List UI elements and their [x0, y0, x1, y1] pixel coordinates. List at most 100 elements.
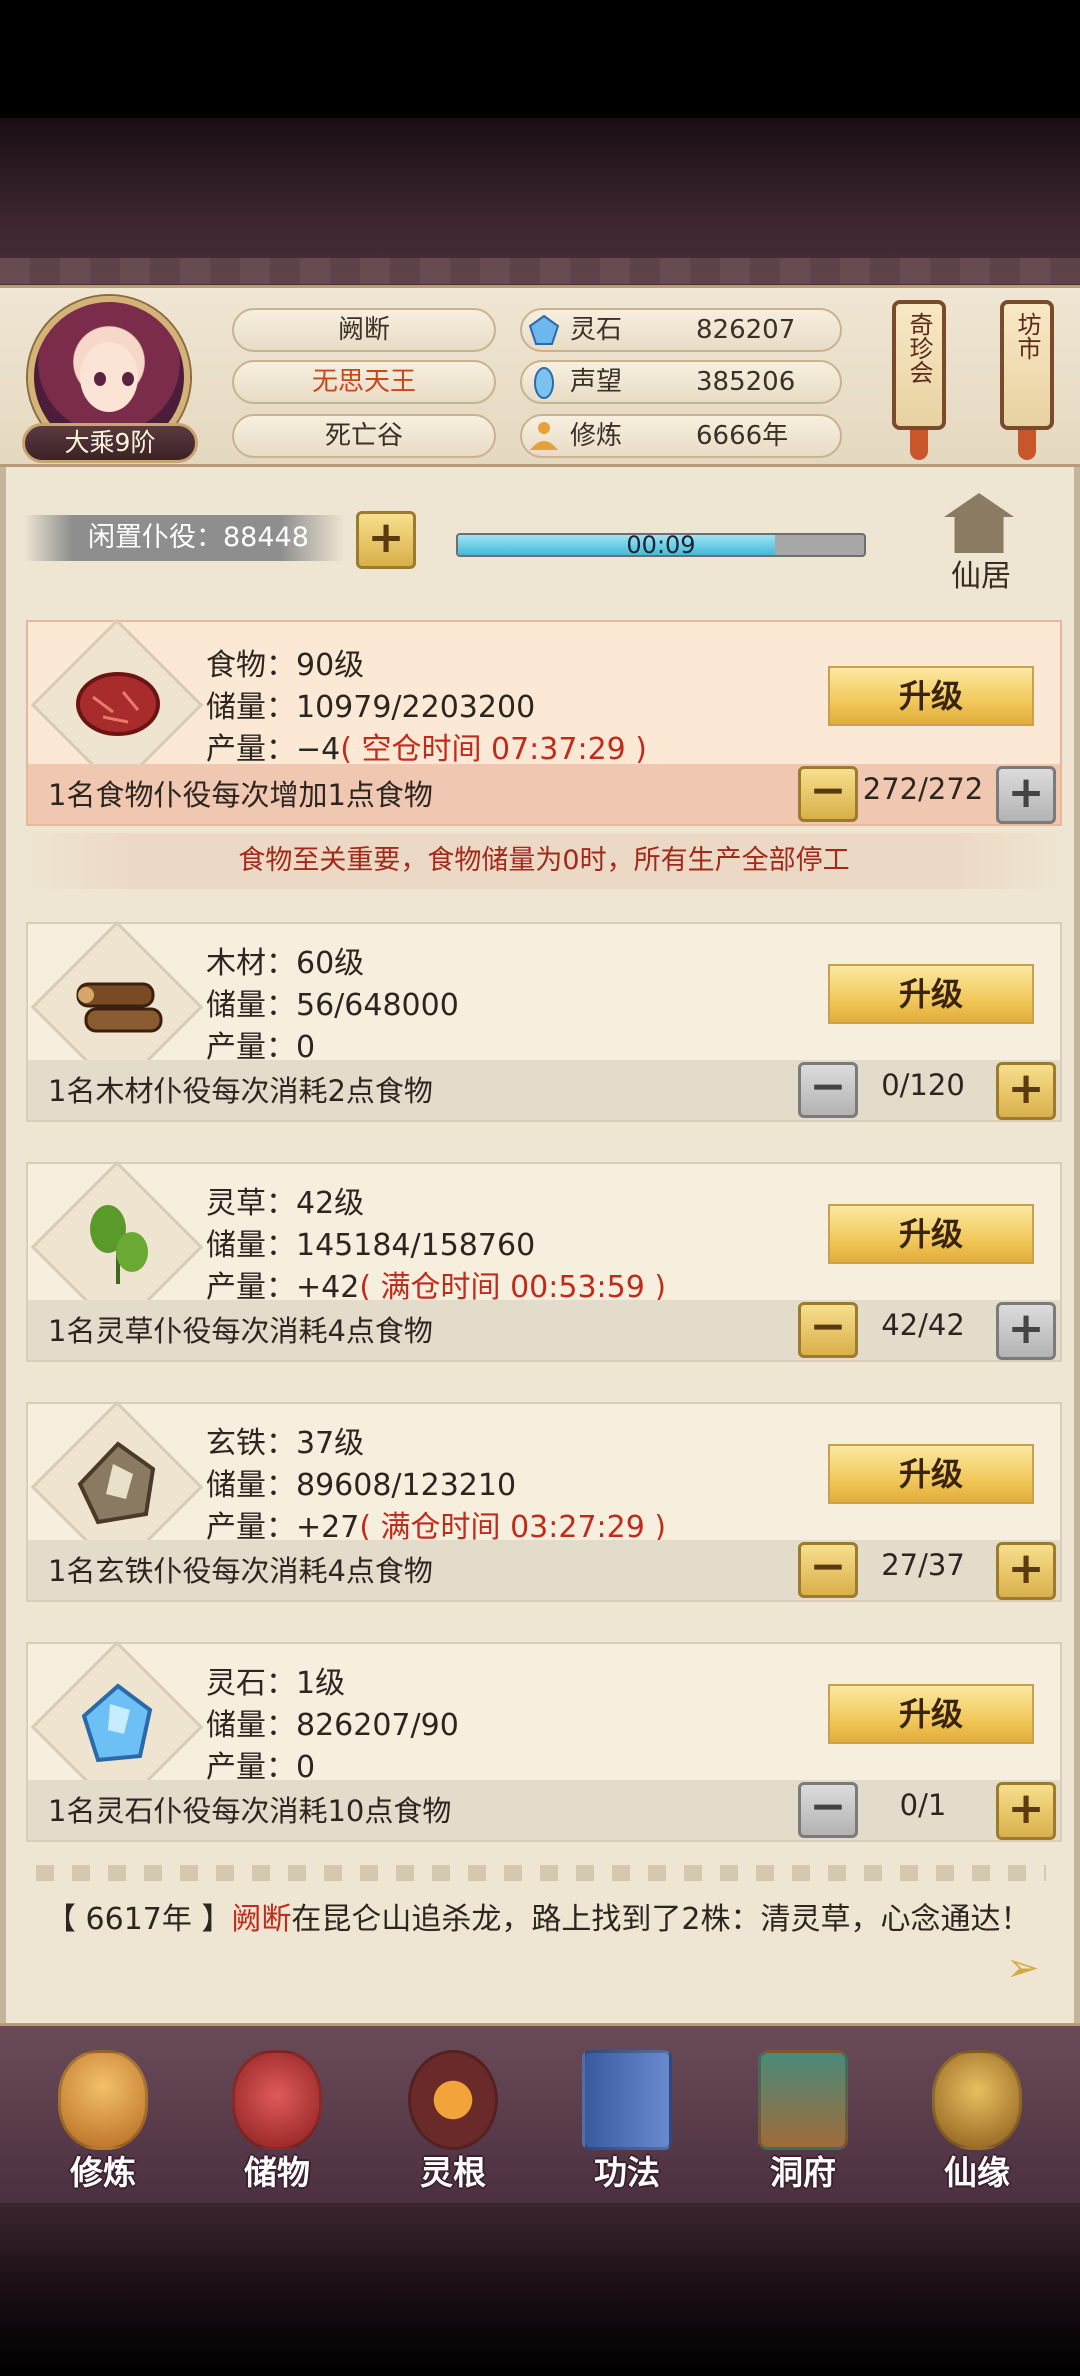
resource-level: 玄铁：37级 — [206, 1426, 365, 1461]
add-servant-button[interactable]: + — [996, 1542, 1056, 1600]
remove-servant-button[interactable]: − — [798, 1302, 858, 1358]
nav-label: 功法 — [594, 2153, 660, 2192]
servant-count: 272/272 — [862, 772, 984, 806]
fortune-icon — [932, 2050, 1022, 2150]
servant-count: 0/120 — [881, 1068, 965, 1102]
tassel-decor — [910, 430, 928, 460]
status-bar-area — [0, 0, 1080, 118]
log-player-name[interactable]: 阙断 — [231, 1902, 291, 1937]
add-servant-button[interactable]: + — [996, 1782, 1056, 1840]
cultivate-icon — [58, 2050, 148, 2150]
remove-servant-button[interactable]: − — [798, 766, 858, 822]
add-servant-button[interactable]: + — [356, 511, 416, 569]
player-title[interactable]: 无思天王 — [232, 360, 496, 404]
log-expand-arrow-icon[interactable]: ➢ — [1006, 1945, 1050, 1991]
technique-book-icon — [582, 2050, 672, 2150]
servant-row: 1名木材仆役每次消耗2点食物 − 0/120 + — [28, 1060, 1060, 1120]
main-panel: 闲置仆役：88448 + 00:09 仙居 食物：90级 储量：10979/22… — [0, 467, 1080, 2023]
top-decor-band — [0, 118, 1080, 286]
cave-dwelling-icon — [758, 2050, 848, 2150]
tassel-decor — [1018, 430, 1036, 460]
storage-bag-icon — [232, 2050, 322, 2150]
resource-label: 灵石 — [570, 315, 623, 345]
nav-cave-dwelling[interactable]: 洞府 — [738, 2044, 868, 2204]
meat-icon — [76, 672, 160, 736]
remove-servant-button[interactable]: − — [798, 1542, 858, 1598]
add-servant-button[interactable]: + — [996, 1062, 1056, 1120]
bottom-nav: 修炼 储物 灵根 功法 洞府 仙缘 — [0, 2023, 1080, 2203]
resource-card-spirit-stone: 灵石：1级 储量：826207/90 产量：0 升级 1名灵石仆役每次消耗10点… — [26, 1640, 1062, 1842]
spirit-stone-icon — [528, 314, 560, 345]
add-servant-button[interactable]: + — [996, 766, 1056, 824]
resource-value: 826207 — [696, 315, 796, 345]
player-location[interactable]: 死亡谷 — [232, 414, 496, 458]
pavilion-icon — [944, 493, 1014, 553]
spirit-stone-icon — [81, 1683, 153, 1763]
resource-label: 修炼 — [570, 421, 623, 451]
player-header: 大乘9阶 阙断 无思天王 死亡谷 灵石 826207 声望 385206 修炼 … — [0, 285, 1080, 467]
prestige-resource: 声望 385206 — [520, 360, 842, 404]
resource-storage: 储量：145184/158760 — [206, 1228, 536, 1263]
resource-card-iron: 玄铁：37级 储量：89608/123210 产量：+27( 满仓时间 03:2… — [26, 1400, 1062, 1602]
nav-label: 修炼 — [70, 2153, 136, 2192]
player-name[interactable]: 阙断 — [232, 308, 496, 352]
spirit-root-icon — [408, 2050, 498, 2150]
resource-level: 食物：90级 — [206, 648, 365, 683]
nav-fortune[interactable]: 仙缘 — [912, 2044, 1042, 2204]
servant-row: 1名食物仆役每次增加1点食物 − 272/272 + — [28, 764, 1060, 824]
production-progress-bar: 00:09 — [456, 533, 866, 557]
nav-label: 仙缘 — [944, 2153, 1010, 2192]
upgrade-button[interactable]: 升级 — [828, 666, 1034, 726]
remove-servant-button[interactable]: − — [798, 1782, 858, 1838]
nav-label: 储物 — [244, 2153, 310, 2192]
food-warning: 食物至关重要，食物储量为0时，所有生产全部停工 — [26, 833, 1062, 889]
servant-row: 1名灵石仆役每次消耗10点食物 − 0/1 + — [28, 1780, 1060, 1840]
servant-count: 27/37 — [881, 1548, 965, 1582]
production-value: 产量：−4 — [206, 732, 341, 767]
resource-production: 产量：−4( 空仓时间 07:37:29 ) — [206, 724, 647, 768]
resource-level: 灵草：42级 — [206, 1186, 365, 1221]
nav-technique[interactable]: 功法 — [562, 2044, 692, 2204]
lantern-treasure-fair[interactable]: 奇珍会 — [892, 300, 946, 460]
servant-row: 1名灵草仆役每次消耗4点食物 − 42/42 + — [28, 1300, 1060, 1360]
upgrade-button[interactable]: 升级 — [828, 1684, 1034, 1744]
servant-desc: 1名玄铁仆役每次消耗4点食物 — [48, 1554, 433, 1588]
resource-storage: 储量：10979/2203200 — [206, 690, 536, 725]
resource-card-herb: 灵草：42级 储量：145184/158760 产量：+42( 满仓时间 00:… — [26, 1160, 1062, 1362]
xianju-building-button[interactable]: 仙居 — [916, 487, 1046, 594]
xianju-label: 仙居 — [951, 559, 1011, 594]
resource-value: 385206 — [696, 367, 796, 397]
resource-card-wood: 木材：60级 储量：56/648000 产量：0 升级 1名木材仆役每次消耗2点… — [26, 920, 1062, 1122]
production-note: ( 空仓时间 07:37:29 ) — [340, 732, 647, 767]
nav-spirit-root[interactable]: 灵根 — [388, 2044, 518, 2204]
progress-timer: 00:09 — [626, 533, 696, 557]
nav-storage[interactable]: 储物 — [212, 2044, 342, 2204]
avatar-eye — [94, 372, 106, 386]
servant-row: 1名玄铁仆役每次消耗4点食物 − 27/37 + — [28, 1540, 1060, 1600]
bottom-decor-band — [0, 2203, 1080, 2376]
upgrade-button[interactable]: 升级 — [828, 964, 1034, 1024]
remove-servant-button[interactable]: − — [798, 1062, 858, 1118]
nav-cultivate[interactable]: 修炼 — [38, 2044, 168, 2204]
add-servant-button[interactable]: + — [996, 1302, 1056, 1360]
lantern-label: 坊市 — [1013, 312, 1041, 360]
herb-leaf-icon — [90, 1205, 148, 1284]
spirit-stone-resource: 灵石 826207 — [520, 308, 842, 352]
resource-level: 灵石：1级 — [206, 1666, 346, 1701]
iron-ore-icon — [77, 1441, 156, 1525]
cultivation-resource: 修炼 6666年 — [520, 414, 842, 458]
lantern-market[interactable]: 坊市 — [1000, 300, 1054, 460]
nav-label: 洞府 — [770, 2153, 836, 2192]
upgrade-button[interactable]: 升级 — [828, 1204, 1034, 1264]
resource-value: 6666年 — [696, 421, 789, 451]
servant-count: 0/1 — [899, 1788, 947, 1822]
ornament-divider — [36, 1865, 1046, 1881]
upgrade-button[interactable]: 升级 — [828, 1444, 1034, 1504]
idle-servants: 闲置仆役：88448 — [24, 515, 344, 561]
rank-badge: 大乘9阶 — [22, 423, 198, 463]
resource-storage: 储量：89608/123210 — [206, 1468, 517, 1503]
wood-logs-icon — [76, 982, 163, 1033]
servant-desc: 1名木材仆役每次消耗2点食物 — [48, 1074, 433, 1108]
resource-level: 木材：60级 — [206, 946, 365, 981]
resource-card-food: 食物：90级 储量：10979/2203200 产量：−4( 空仓时间 07:3… — [26, 618, 1062, 826]
